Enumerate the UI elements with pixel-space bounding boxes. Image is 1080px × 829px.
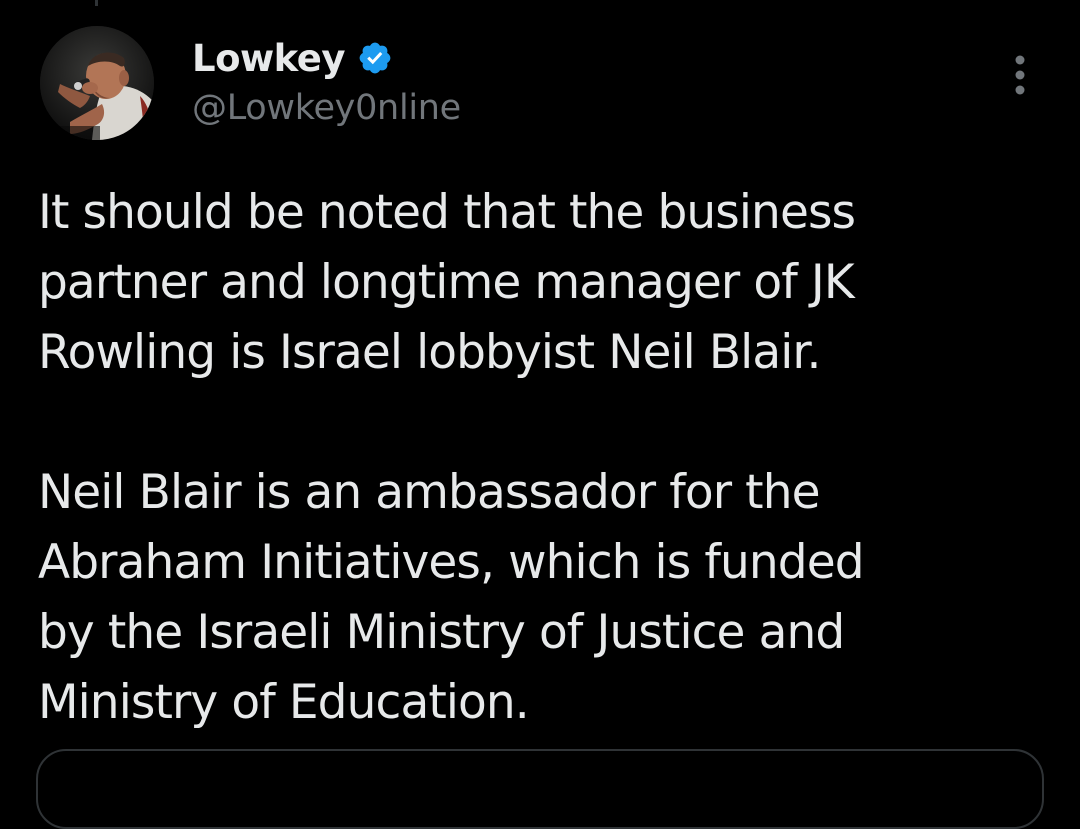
verified-badge-icon[interactable] (357, 40, 393, 76)
tweet-line: Ministry of Education. (38, 675, 530, 730)
tweet-line: by the Israeli Ministry of Justice and (38, 605, 845, 660)
more-options-button[interactable] (1000, 50, 1040, 100)
tweet-line: Abraham Initiatives, which is funded (38, 535, 865, 590)
verified-badge-svg (359, 42, 391, 74)
quoted-tweet-card[interactable] (36, 749, 1044, 829)
thread-connector-line (95, 0, 98, 6)
more-vertical-icon (1015, 55, 1025, 95)
avatar[interactable] (40, 26, 154, 140)
display-name[interactable]: Lowkey (192, 37, 346, 80)
author-name-row[interactable]: Lowkey (192, 34, 393, 82)
avatar-image (40, 26, 154, 140)
tweet-line: Neil Blair is an ambassador for the (38, 465, 821, 520)
tweet-line: partner and longtime manager of JK (38, 255, 855, 310)
tweet: Lowkey @Lowkey0nline It should be noted … (0, 0, 1080, 829)
user-handle[interactable]: @Lowkey0nline (192, 88, 461, 128)
tweet-line: Rowling is Israel lobbyist Neil Blair. (38, 325, 821, 380)
tweet-line: It should be noted that the business (38, 185, 856, 240)
tweet-text: It should be noted that the business par… (38, 178, 1048, 738)
